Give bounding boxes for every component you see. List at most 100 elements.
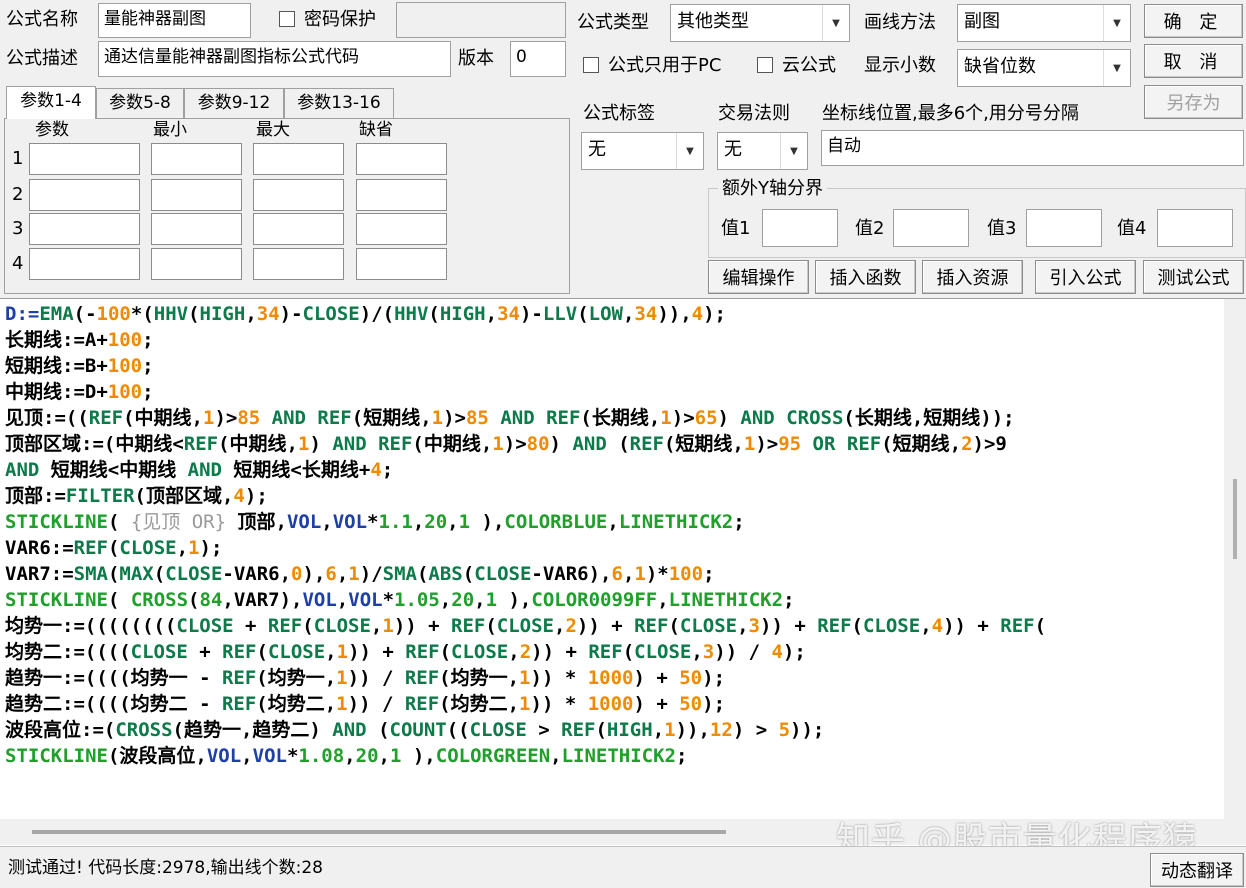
code-token: )) + [348,641,406,663]
import-formula-button[interactable]: 引入公式 [1035,260,1136,294]
param-max-cell[interactable] [253,248,344,280]
y-value-2-input[interactable] [893,209,969,247]
code-line[interactable]: 波段高位:=(CROSS(趋势一,趋势二) AND (COUNT((CLOSE … [5,717,1221,743]
code-token: LOW [588,303,623,325]
edit-operation-button[interactable]: 编辑操作 [708,260,809,294]
code-line[interactable]: 均势二:=((((CLOSE + REF(CLOSE,1)) + REF(CLO… [5,639,1221,665]
chevron-down-icon[interactable]: ▼ [822,5,849,41]
code-line[interactable]: 顶部:=FILTER(顶部区域,4); [5,483,1221,509]
code-line[interactable]: 见顶:=((REF(中期线,1)>85 AND REF(短期线,1)>85 AN… [5,405,1221,431]
decimals-select[interactable]: 缺省位数 ▼ [957,49,1131,87]
param-max-cell[interactable] [253,143,344,175]
code-token: , [554,615,566,637]
draw-method-select[interactable]: 副图 ▼ [957,4,1131,42]
param-default-cell[interactable] [356,179,447,211]
param-name-cell[interactable] [29,213,140,245]
param-min-cell[interactable] [151,143,242,175]
formula-name-input[interactable]: 量能神器副图 [98,3,251,38]
formula-type-select[interactable]: 其他类型 ▼ [670,4,850,42]
save-as-button[interactable]: 另存为 [1144,85,1243,119]
code-line[interactable]: 长期线:=A+100; [5,327,1221,353]
code-line[interactable]: VAR6:=REF(CLOSE,1); [5,535,1221,561]
param-min-cell[interactable] [151,248,242,280]
param-col-max: 最大 [256,120,290,140]
coord-line-input[interactable]: 自动 [821,130,1244,166]
cloud-checkbox[interactable] [757,57,773,73]
y-value-1-input[interactable] [762,209,838,247]
chevron-down-icon[interactable]: ▼ [1103,5,1130,41]
code-token: AND [187,459,234,481]
code-line[interactable]: D:=EMA(-100*(HHV(HIGH,34)-CLOSE)/(HHV(HI… [5,301,1221,327]
code-token: , [241,745,253,767]
code-token: CLOSE [469,719,527,741]
y-value-4-input[interactable] [1157,209,1233,247]
code-line[interactable]: 短期线:=B+100; [5,353,1221,379]
param-default-cell[interactable] [356,248,447,280]
chevron-down-icon[interactable]: ▼ [1103,50,1130,86]
code-token: ( [107,563,120,585]
formula-tag-select[interactable]: 无 ▼ [581,132,704,170]
code-token: REF [546,407,581,429]
tab-params-13-16[interactable]: 参数13-16 [284,88,394,118]
code-token: 65 [694,407,718,429]
code-token: LINETHICK2 [668,589,784,611]
param-default-cell[interactable] [356,213,447,245]
code-token: CLOSE [451,641,509,663]
trade-rule-select[interactable]: 无 ▼ [717,132,808,170]
code-token: + [187,641,223,663]
param-max-cell[interactable] [253,213,344,245]
insert-function-button[interactable]: 插入函数 [815,260,916,294]
insert-resource-button[interactable]: 插入资源 [922,260,1023,294]
code-editor[interactable]: D:=EMA(-100*(HHV(HIGH,34)-CLOSE)/(HHV(HI… [0,298,1246,846]
code-token: (中期线, [412,433,493,455]
tab-params-1-4[interactable]: 参数1-4 [6,86,96,119]
code-token: , [336,563,349,585]
code-line[interactable]: 趋势二:=((((均势二 - REF(均势二,1)) / REF(均势二,1))… [5,691,1221,717]
horizontal-scroll-thumb[interactable] [32,830,726,834]
code-token: )), [657,303,692,325]
param-name-cell[interactable] [29,248,140,280]
param-max-cell[interactable] [253,179,344,211]
code-token: CROSS [130,589,189,611]
test-formula-button[interactable]: 测试公式 [1143,260,1244,294]
chevron-down-icon[interactable]: ▼ [676,133,703,169]
code-line[interactable]: STICKLINE(波段高位,VOL,VOL*1.08,20,1 ),COLOR… [5,743,1221,769]
pc-only-checkbox[interactable] [583,57,599,73]
code-line[interactable]: AND 短期线<中期线 AND 短期线<长期线+4; [5,457,1221,483]
code-token: ), [401,745,436,767]
code-line[interactable]: 中期线:=D+100; [5,379,1221,405]
code-line[interactable]: STICKLINE( {见顶 OR} 顶部,VOL,VOL*1.1,20,1 )… [5,509,1221,535]
dynamic-translate-button[interactable]: 动态翻译 [1150,853,1244,887]
cancel-button[interactable]: 取 消 [1144,44,1243,78]
param-name-cell[interactable] [29,143,140,175]
param-default-cell[interactable] [356,143,447,175]
tab-params-9-12[interactable]: 参数9-12 [184,88,284,118]
code-line[interactable]: 趋势一:=((((均势一 - REF(均势一,1)) / REF(均势一,1))… [5,665,1221,691]
password-checkbox[interactable] [279,11,295,27]
code-token: VOL [252,745,287,767]
ok-button[interactable]: 确 定 [1144,4,1243,38]
vertical-scroll-thumb[interactable] [1233,479,1237,559]
version-input[interactable]: 0 [510,41,566,77]
code-token: OR [801,433,847,455]
param-min-cell[interactable] [151,213,242,245]
param-min-cell[interactable] [151,179,242,211]
code-line[interactable]: 均势一:=((((((((CLOSE + REF(CLOSE,1)) + REF… [5,613,1221,639]
tab-params-5-8[interactable]: 参数5-8 [96,88,184,118]
param-name-cell[interactable] [29,179,140,211]
code-line[interactable]: 顶部区域:=(中期线<REF(中期线,1) AND REF(中期线,1)>80)… [5,431,1221,457]
code-text[interactable]: D:=EMA(-100*(HHV(HIGH,34)-CLOSE)/(HHV(HI… [5,301,1221,769]
code-token: MAX [119,563,154,585]
vertical-scrollbar[interactable] [1224,299,1246,819]
y-value-3-input[interactable] [1026,209,1102,247]
code-token: 1 [336,693,348,715]
code-token: VOL [302,589,337,611]
code-token: AND [260,407,318,429]
code-line[interactable]: STICKLINE( CROSS(84,VAR7),VOL,VOL*1.05,2… [5,587,1221,613]
code-token: 1 [431,407,444,429]
code-token: 20 [355,745,379,767]
formula-desc-input[interactable]: 通达信量能神器副图指标公式代码 [98,41,451,77]
chevron-down-icon[interactable]: ▼ [780,133,807,169]
code-token: 3 [702,641,715,663]
code-line[interactable]: VAR7:=SMA(MAX(CLOSE-VAR6,0),6,1)/SMA(ABS… [5,561,1221,587]
